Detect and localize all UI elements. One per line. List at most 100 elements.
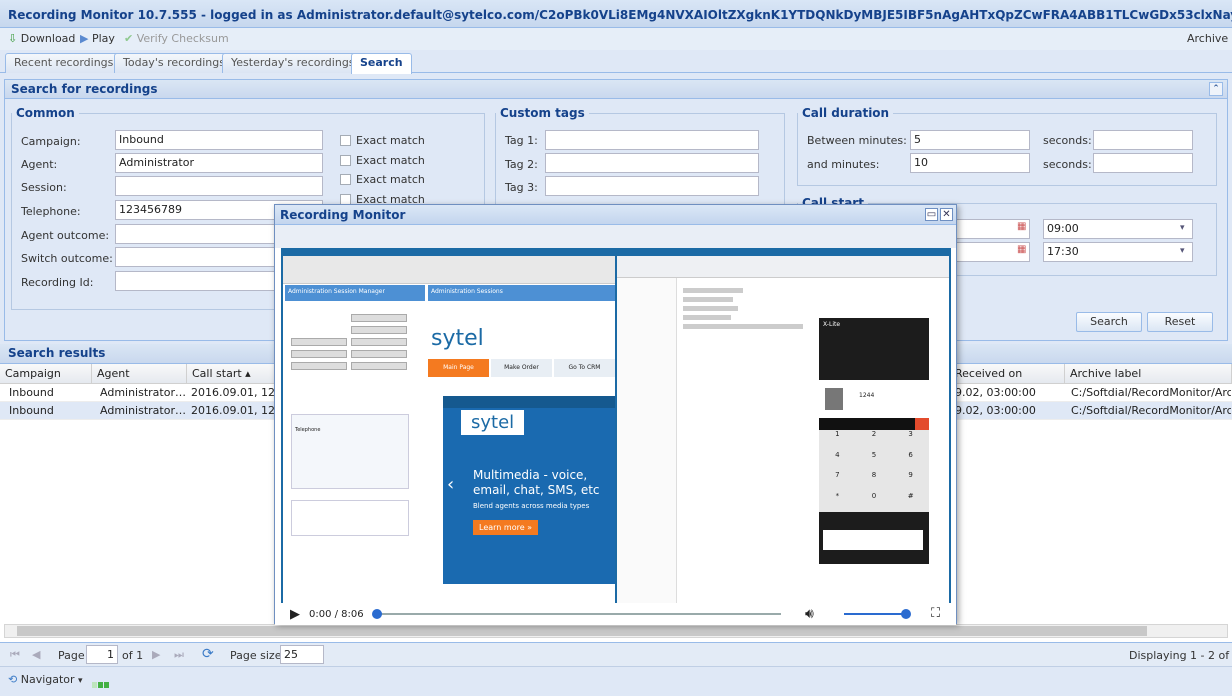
call-duration-legend: Call duration	[802, 106, 890, 120]
next-page-icon[interactable]: ▶	[152, 648, 160, 661]
page-number-input[interactable]: 1	[86, 645, 118, 664]
volume-icon[interactable]: 🔊︎	[805, 606, 814, 622]
scrollbar-thumb[interactable]	[17, 626, 1147, 636]
and-minutes-input[interactable]: 10	[910, 153, 1030, 173]
and-seconds-input[interactable]	[1093, 153, 1193, 173]
video-frame[interactable]: Administration Session Manager Administr…	[281, 248, 951, 617]
verify-checksum-button[interactable]: ✔ Verify Checksum	[124, 31, 229, 47]
cell-campaign: Inbound	[9, 404, 54, 417]
switch-outcome-label: Switch outcome:	[21, 252, 113, 265]
video-explorer-sidebar	[617, 278, 677, 608]
exact-match-checkbox[interactable]: Exact match	[340, 134, 425, 147]
video-customer-info: Telephone	[291, 414, 409, 489]
archive-button[interactable]: Archive	[1187, 31, 1228, 47]
video-banner-cta: Learn more »	[473, 520, 539, 535]
video-softphone-number: 1244	[859, 392, 875, 399]
campaign-input[interactable]: Inbound	[115, 130, 323, 150]
exact-match-checkbox[interactable]: Exact match	[340, 154, 425, 167]
calendar-icon[interactable]: ▦	[1017, 244, 1029, 258]
navigator-button[interactable]: ⟲ Navigator ▾	[8, 673, 83, 686]
seek-handle[interactable]	[372, 609, 382, 619]
tag3-input[interactable]	[545, 176, 759, 196]
tab-search[interactable]: Search	[351, 53, 412, 74]
tab-yesterdays-recordings[interactable]: Yesterday's recordings	[222, 53, 364, 73]
volume-slider[interactable]	[844, 609, 911, 619]
tag2-input[interactable]	[545, 153, 759, 173]
fullscreen-icon[interactable]: ⛶	[931, 606, 940, 621]
campaign-label: Campaign:	[21, 135, 81, 148]
column-header-campaign[interactable]: Campaign	[0, 364, 92, 384]
tag1-label: Tag 1:	[505, 134, 538, 147]
search-button[interactable]: Search	[1076, 312, 1142, 332]
refresh-icon[interactable]: ⟳	[202, 646, 214, 662]
recording-id-label: Recording Id:	[21, 276, 94, 289]
download-button[interactable]: ⇩ Download	[8, 31, 75, 47]
download-icon: ⇩	[8, 32, 18, 45]
time-from-select[interactable]: 09:00	[1043, 219, 1193, 239]
collapse-icon[interactable]: ⌃	[1209, 82, 1223, 96]
tab-recent-recordings[interactable]: Recent recordings	[5, 53, 123, 73]
seek-bar[interactable]	[372, 609, 781, 619]
session-label: Session:	[21, 181, 67, 194]
volume-handle[interactable]	[901, 609, 911, 619]
chevron-down-icon[interactable]: ▾	[1180, 246, 1185, 256]
chevron-down-icon[interactable]: ▾	[1180, 223, 1185, 233]
sort-asc-icon: ▴	[245, 367, 251, 380]
video-nav-button: Make Order	[491, 359, 552, 377]
video-agent-buttons	[291, 314, 411, 414]
time-to-select[interactable]: 17:30	[1043, 242, 1193, 262]
calendar-icon[interactable]: ▦	[1017, 221, 1029, 235]
status-indicator	[92, 678, 112, 688]
page-size-label: Page size	[230, 649, 282, 662]
close-icon[interactable]: ✕	[940, 208, 953, 221]
custom-tags-legend: Custom tags	[500, 106, 585, 120]
cell-campaign: Inbound	[9, 386, 54, 399]
first-page-icon[interactable]: ⏮	[10, 648, 20, 662]
displaying-info: Displaying 1 - 2 of 2	[1129, 649, 1232, 662]
video-file-list	[683, 288, 813, 336]
page-size-select[interactable]: 25	[280, 645, 324, 664]
agent-outcome-label: Agent outcome:	[21, 229, 110, 242]
column-header-agent[interactable]: Agent	[92, 364, 187, 384]
column-header-call-start[interactable]: Call start ▴	[187, 364, 277, 384]
chevron-down-icon: ▾	[78, 676, 83, 686]
between-seconds-input[interactable]	[1093, 130, 1193, 150]
video-sessions-header: Administration Sessions	[428, 285, 615, 301]
last-page-icon[interactable]: ⏭	[174, 648, 184, 662]
tag1-input[interactable]	[545, 130, 759, 150]
video-browser-chrome	[283, 256, 615, 284]
checkbox-box	[340, 174, 351, 185]
video-banner-heading: Multimedia - voice, email, chat, SMS, et…	[473, 468, 600, 497]
agent-label: Agent:	[21, 158, 58, 171]
cell-received: 9.02, 03:00:00	[955, 386, 1036, 399]
agent-input[interactable]: Administrator	[115, 153, 323, 173]
column-header-received-on[interactable]: Received on	[950, 364, 1065, 384]
play-button[interactable]: ▶ Play	[80, 31, 115, 47]
between-minutes-input[interactable]: 5	[910, 130, 1030, 150]
play-icon[interactable]: ▶	[290, 607, 300, 622]
reset-button[interactable]: Reset	[1147, 312, 1213, 332]
main-toolbar: ⇩ Download ▶ Play ✔ Verify Checksum Arch…	[0, 28, 1232, 50]
player-window-title: Recording Monitor	[275, 205, 956, 225]
volume-fill	[844, 613, 906, 615]
column-header-archive-label[interactable]: Archive label	[1065, 364, 1232, 384]
common-legend: Common	[16, 106, 75, 120]
prev-page-icon[interactable]: ◀	[32, 648, 40, 661]
cell-agent: Administrator…	[100, 404, 186, 417]
cell-call-start: 2016.09.01, 12:2	[191, 404, 286, 417]
video-banner-prev-icon: ‹	[447, 474, 455, 495]
video-banner-logo: sytel	[461, 410, 525, 435]
navigator-icon: ⟲	[8, 673, 18, 686]
horizontal-scrollbar[interactable]	[4, 624, 1228, 638]
player-controls: ▶ 0:00 / 8:06 🔊︎ ⛶	[275, 603, 956, 625]
exact-match-checkbox[interactable]: Exact match	[340, 173, 425, 186]
page-label: Page	[58, 649, 85, 662]
and-minutes-label: and minutes:	[807, 158, 880, 171]
status-bar: ⟲ Navigator ▾	[0, 666, 1232, 696]
session-input[interactable]	[115, 176, 323, 196]
search-panel-title: Search for recordings	[5, 80, 1227, 99]
maximize-icon[interactable]: ▭	[925, 208, 938, 221]
tab-todays-recordings[interactable]: Today's recordings	[114, 53, 234, 73]
video-explorer-window: X-Lite 1244 123 456 789 * 0 #	[617, 256, 949, 608]
seconds-label: seconds:	[1043, 134, 1092, 147]
